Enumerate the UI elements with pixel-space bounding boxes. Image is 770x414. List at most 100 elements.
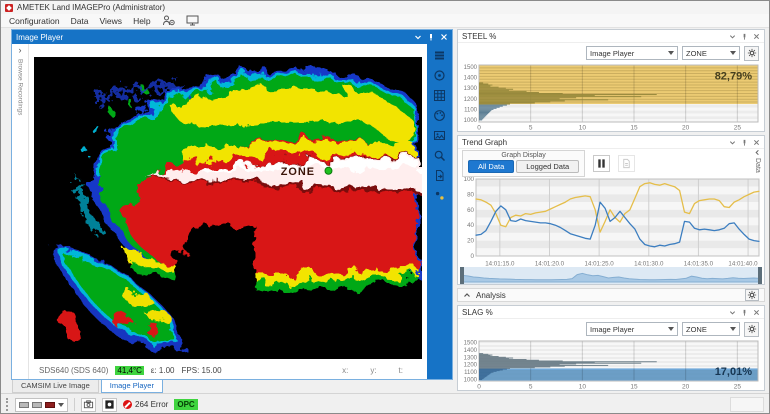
svg-text:1000: 1000 bbox=[464, 118, 478, 124]
zoom-icon[interactable] bbox=[431, 147, 448, 163]
browse-recordings-label[interactable]: Browse Recordings bbox=[17, 59, 24, 115]
right-dock: STEEL % Image Player ZONE 0 5 10 15 20 25 1500… bbox=[457, 29, 765, 393]
coord-y-label: y: bbox=[370, 366, 377, 375]
chevron-down-icon bbox=[668, 51, 674, 55]
all-data-button[interactable]: All Data bbox=[468, 160, 515, 173]
logged-data-button[interactable]: Logged Data bbox=[516, 160, 580, 173]
menu-views[interactable]: Views bbox=[100, 16, 123, 26]
pin-icon[interactable] bbox=[427, 33, 435, 41]
chevron-down-icon[interactable] bbox=[729, 309, 736, 316]
data-side-tab[interactable]: Data bbox=[752, 149, 763, 219]
svg-text:5: 5 bbox=[529, 384, 533, 391]
close-icon[interactable] bbox=[753, 309, 760, 316]
svg-text:1100: 1100 bbox=[464, 107, 478, 113]
export-report-button[interactable] bbox=[618, 155, 636, 172]
slag-panel: SLAG % Image Player ZONE 0 5 10 15 20 25 1500 1… bbox=[457, 305, 765, 391]
svg-text:14:01:30.0: 14:01:30.0 bbox=[634, 261, 664, 268]
svg-text:14:01:15.0: 14:01:15.0 bbox=[485, 261, 515, 268]
menu-help[interactable]: Help bbox=[133, 16, 150, 26]
pin-icon[interactable] bbox=[741, 309, 748, 316]
svg-text:1000: 1000 bbox=[464, 378, 478, 384]
close-icon[interactable] bbox=[440, 33, 448, 41]
svg-text:14:01:35.0: 14:01:35.0 bbox=[684, 261, 714, 268]
steel-panel: STEEL % Image Player ZONE 0 5 10 15 20 25 1500… bbox=[457, 29, 765, 132]
svg-text:1400: 1400 bbox=[464, 76, 478, 82]
image-icon[interactable] bbox=[431, 127, 448, 143]
svg-text:14:01:20.0: 14:01:20.0 bbox=[535, 261, 565, 268]
chevron-down-icon bbox=[730, 51, 736, 55]
settings-gear-button[interactable] bbox=[745, 289, 759, 301]
settings-gear-button[interactable] bbox=[744, 45, 759, 61]
error-count-text: 264 Error bbox=[135, 400, 169, 409]
zone-select[interactable]: ZONE bbox=[682, 46, 740, 60]
settings-gear-button[interactable] bbox=[744, 321, 759, 337]
tab-camsim-live-image[interactable]: CAMSIM Live Image bbox=[12, 380, 99, 393]
close-icon[interactable] bbox=[753, 139, 760, 146]
svg-text:14:01:40.0: 14:01:40.0 bbox=[728, 261, 758, 268]
analysis-section[interactable]: Analysis bbox=[457, 288, 765, 302]
export-icon[interactable] bbox=[431, 167, 448, 183]
tab-image-player[interactable]: Image Player bbox=[100, 380, 163, 393]
trend-graph-panel: Trend Graph Graph Display All Data Logge… bbox=[457, 135, 765, 285]
coord-x-label: x: bbox=[342, 366, 349, 375]
svg-text:17,01%: 17,01% bbox=[715, 366, 753, 378]
steel-histogram-chart[interactable]: 0 5 10 15 20 25 1500 1400 1300 1200 1100 1000 82,79% bbox=[460, 63, 762, 131]
menu-data[interactable]: Data bbox=[71, 16, 89, 26]
svg-text:20: 20 bbox=[682, 384, 690, 391]
steel-panel-header[interactable]: STEEL % bbox=[458, 30, 764, 43]
expand-arrow-icon[interactable]: › bbox=[19, 45, 22, 55]
pin-icon[interactable] bbox=[741, 33, 748, 40]
user-settings-icon[interactable] bbox=[162, 15, 175, 26]
menu-configuration[interactable]: Configuration bbox=[9, 16, 60, 26]
pin-icon[interactable] bbox=[741, 139, 748, 146]
svg-text:1300: 1300 bbox=[464, 355, 478, 361]
image-player-statusbar: SDS640 (SDS 640) 41,4°C ε: 1.00 FPS: 15.… bbox=[29, 362, 427, 379]
trend-panel-header[interactable]: Trend Graph bbox=[458, 136, 764, 149]
grid-icon[interactable] bbox=[431, 87, 448, 103]
source-select[interactable]: Image Player bbox=[586, 322, 678, 336]
snapshot-button[interactable] bbox=[81, 397, 96, 412]
camera-chip-active-icon[interactable] bbox=[45, 401, 55, 408]
slag-histogram-chart[interactable]: 0 5 10 15 20 25 1500 14001300 12001100 1000 17,01% bbox=[460, 339, 762, 390]
svg-text:1300: 1300 bbox=[464, 86, 478, 92]
chevron-down-icon[interactable] bbox=[58, 402, 64, 407]
menu-icon[interactable] bbox=[431, 47, 448, 63]
svg-text:82,79%: 82,79% bbox=[715, 70, 753, 82]
target-icon[interactable] bbox=[431, 67, 448, 83]
camera-name: SDS640 (SDS 640) bbox=[39, 366, 109, 375]
data-tab-label: Data bbox=[754, 158, 761, 173]
chevron-down-icon[interactable] bbox=[414, 33, 422, 41]
zone-select[interactable]: ZONE bbox=[682, 322, 740, 336]
svg-text:40: 40 bbox=[467, 222, 474, 229]
close-icon[interactable] bbox=[753, 33, 760, 40]
monitor-icon[interactable] bbox=[186, 15, 199, 26]
error-status[interactable]: 264 Error bbox=[123, 400, 168, 409]
slag-panel-header[interactable]: SLAG % bbox=[458, 306, 764, 319]
chevron-down-icon[interactable] bbox=[729, 33, 736, 40]
error-icon bbox=[123, 400, 132, 409]
panel-title: Image Player bbox=[16, 32, 64, 42]
image-player-header[interactable]: Image Player bbox=[12, 30, 452, 44]
panel-title: Trend Graph bbox=[462, 137, 508, 147]
app-icon bbox=[5, 3, 13, 12]
chevron-down-icon[interactable] bbox=[729, 139, 736, 146]
camera-chip-icon[interactable] bbox=[19, 401, 29, 408]
trend-navigator[interactable] bbox=[460, 267, 762, 284]
toolbar-grip[interactable] bbox=[6, 398, 9, 411]
svg-text:15: 15 bbox=[630, 125, 638, 132]
left-dock: Image Player › Browse Recordings ZONE SD… bbox=[11, 29, 453, 393]
zone-marker-dot[interactable] bbox=[324, 166, 333, 175]
app-window: AMETEK Land IMAGEPro (Administrator) Con… bbox=[0, 0, 770, 414]
palette-icon[interactable] bbox=[431, 107, 448, 123]
camera-chip-icon[interactable] bbox=[32, 401, 42, 408]
graph-display-group: Graph Display All Data Logged Data bbox=[462, 150, 586, 177]
svg-text:1400: 1400 bbox=[464, 348, 478, 354]
pause-button[interactable] bbox=[593, 155, 611, 172]
source-select[interactable]: Image Player bbox=[586, 46, 678, 60]
svg-text:25: 25 bbox=[734, 384, 742, 391]
svg-text:1500: 1500 bbox=[464, 340, 478, 346]
trend-line-chart[interactable]: 14:01:15.0 14:01:20.0 14:01:25.0 14:01:30.0… bbox=[460, 177, 762, 267]
record-button[interactable] bbox=[102, 397, 117, 412]
thermal-image[interactable]: ZONE bbox=[34, 57, 422, 359]
points-icon[interactable] bbox=[431, 187, 448, 203]
